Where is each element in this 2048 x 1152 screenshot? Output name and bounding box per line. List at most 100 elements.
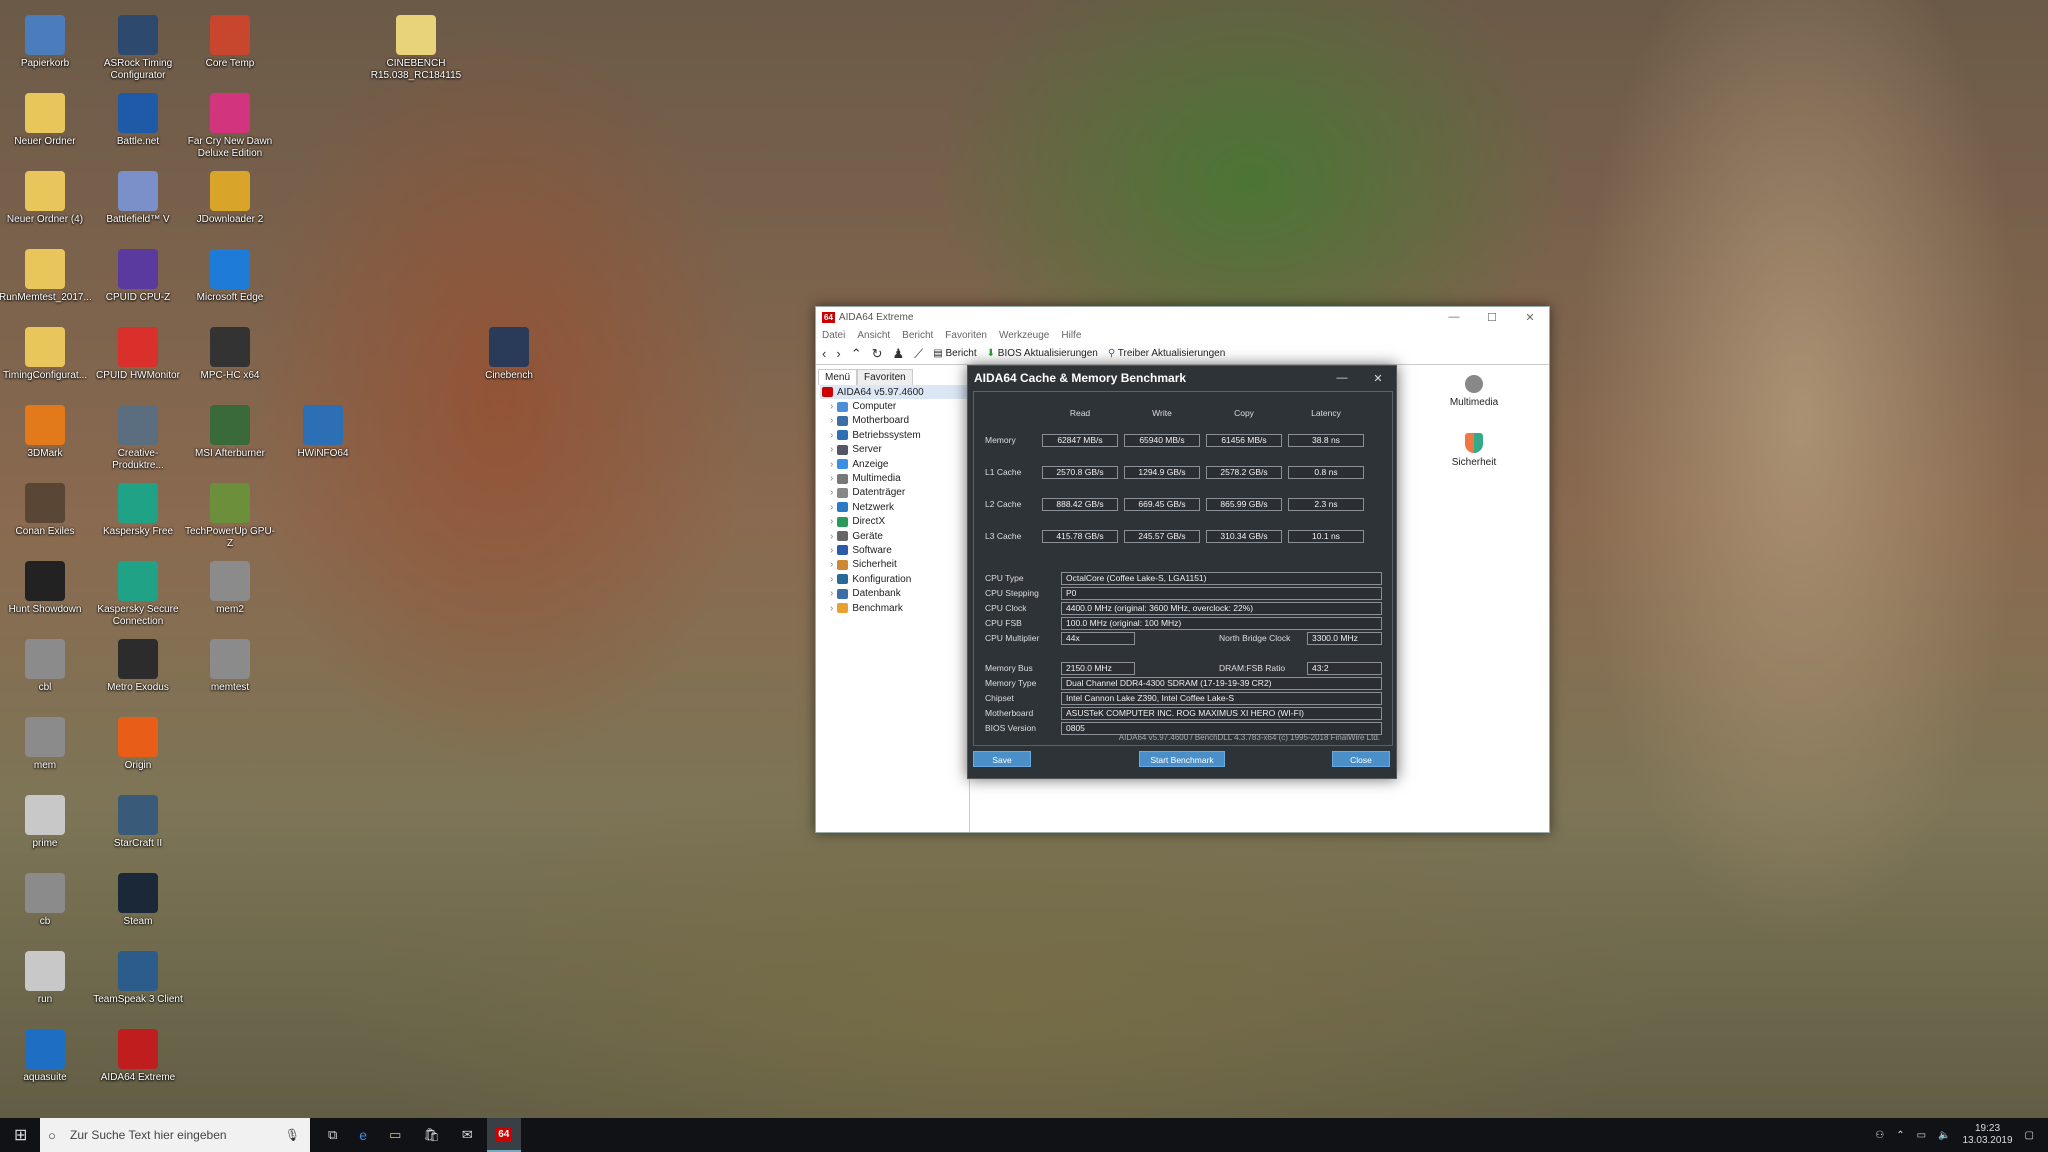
minimize-icon[interactable]: — xyxy=(1324,372,1360,385)
chart-icon[interactable]: ⟋ xyxy=(914,346,923,362)
chevron-right-icon[interactable]: › xyxy=(830,473,833,484)
tab-menu[interactable]: Menü xyxy=(818,369,858,385)
menu-werkzeuge[interactable]: Werkzeuge xyxy=(999,330,1049,341)
back-icon[interactable]: ‹ xyxy=(822,346,826,361)
desktop-icon[interactable]: Battle.net xyxy=(92,93,184,148)
desktop-icon[interactable]: Papierkorb xyxy=(0,15,91,70)
chevron-right-icon[interactable]: › xyxy=(830,559,833,570)
forward-icon[interactable]: › xyxy=(836,346,840,361)
microphone-icon[interactable]: 🎙 xyxy=(285,1128,300,1142)
store-icon[interactable]: 🛍 xyxy=(423,1127,440,1143)
minimize-icon[interactable]: — xyxy=(1435,311,1473,324)
tree-item[interactable]: › Multimedia xyxy=(820,471,970,485)
chevron-right-icon[interactable]: › xyxy=(830,531,833,542)
desktop-icon[interactable]: Origin xyxy=(92,717,184,772)
desktop-icon[interactable]: CINEBENCH R15.038_RC184115 xyxy=(370,15,462,82)
desktop-icon[interactable]: cbl xyxy=(0,639,91,694)
desktop-icon[interactable]: Far Cry New Dawn Deluxe Edition xyxy=(184,93,276,160)
desktop-icon[interactable]: cb xyxy=(0,873,91,928)
volume-icon[interactable]: 🔈 xyxy=(1938,1130,1950,1141)
tree-item[interactable]: › Netzwerk xyxy=(820,500,970,514)
explorer-icon[interactable]: ▭ xyxy=(389,1127,401,1143)
desktop-icon[interactable]: Cinebench xyxy=(463,327,555,382)
desktop-icon[interactable]: memtest xyxy=(184,639,276,694)
desktop-icon[interactable]: MSI Afterburner xyxy=(184,405,276,460)
network-icon[interactable]: ▭ xyxy=(1917,1130,1926,1141)
desktop-icon[interactable]: aquasuite xyxy=(0,1029,91,1084)
chevron-right-icon[interactable]: › xyxy=(830,502,833,513)
tree-item[interactable]: › Motherboard xyxy=(820,414,970,428)
desktop-icon[interactable]: Battlefield™ V xyxy=(92,171,184,226)
save-button[interactable]: Save xyxy=(973,751,1031,767)
desktop-icon[interactable]: Kaspersky Secure Connection xyxy=(92,561,184,628)
chevron-right-icon[interactable]: › xyxy=(830,487,833,498)
people-icon[interactable]: ⚇ xyxy=(1875,1130,1884,1141)
notification-icon[interactable]: ▢ xyxy=(2025,1130,2034,1141)
menu-bericht[interactable]: Bericht xyxy=(902,330,933,341)
tree-item[interactable]: › Datenbank xyxy=(820,586,970,600)
chevron-right-icon[interactable]: › xyxy=(830,401,833,412)
mail-icon[interactable]: ✉ xyxy=(462,1127,473,1143)
desktop-icon[interactable]: RunMemtest_2017... xyxy=(0,249,92,304)
chevron-right-icon[interactable]: › xyxy=(830,574,833,585)
close-icon[interactable]: ✕ xyxy=(1511,311,1549,324)
desktop-icon[interactable]: HWiNFO64 xyxy=(277,405,369,460)
desktop-icon[interactable]: CPUID HWMonitor xyxy=(92,327,184,382)
task-view-icon[interactable]: ⧉ xyxy=(328,1127,337,1143)
desktop-icon[interactable]: 3DMark xyxy=(0,405,91,460)
desktop-icon[interactable]: Steam xyxy=(92,873,184,928)
desktop-icon[interactable]: Metro Exodus xyxy=(92,639,184,694)
windows-start-icon[interactable]: ⊞ xyxy=(14,1125,27,1145)
chevron-right-icon[interactable]: › xyxy=(830,415,833,426)
chevron-right-icon[interactable]: › xyxy=(830,430,833,441)
tree-item[interactable]: › Betriebssystem xyxy=(820,428,970,442)
close-icon[interactable]: ✕ xyxy=(1360,372,1396,385)
desktop-icon[interactable]: prime xyxy=(0,795,91,850)
report-button[interactable]: ▤ Bericht xyxy=(933,348,976,359)
refresh-icon[interactable]: ↻ xyxy=(872,346,883,362)
close-button[interactable]: Close xyxy=(1332,751,1390,767)
tree-item[interactable]: › Benchmark xyxy=(820,601,970,615)
chevron-right-icon[interactable]: › xyxy=(830,516,833,527)
tree-item[interactable]: › Datenträger xyxy=(820,486,970,500)
desktop-icon[interactable]: CPUID CPU-Z xyxy=(92,249,184,304)
desktop-icon[interactable]: Microsoft Edge xyxy=(184,249,276,304)
taskbar-aida64-button[interactable]: 64 xyxy=(486,1118,521,1152)
desktop-icon[interactable]: Kaspersky Free xyxy=(92,483,184,538)
clock[interactable]: 19:23 13.03.2019 xyxy=(1962,1123,2012,1147)
chevron-right-icon[interactable]: › xyxy=(830,459,833,470)
maximize-icon[interactable]: ☐ xyxy=(1473,311,1511,324)
up-icon[interactable]: ⌃ xyxy=(851,346,862,362)
menu-datei[interactable]: Datei xyxy=(822,330,845,341)
tree-item[interactable]: › Anzeige xyxy=(820,457,970,471)
desktop-icon[interactable]: JDownloader 2 xyxy=(184,171,276,226)
desktop-icon[interactable]: Hunt Showdown xyxy=(0,561,91,616)
menu-hilfe[interactable]: Hilfe xyxy=(1061,330,1081,341)
chevron-right-icon[interactable]: › xyxy=(830,545,833,556)
tree-item[interactable]: › DirectX xyxy=(820,515,970,529)
desktop-icon[interactable]: Neuer Ordner xyxy=(0,93,91,148)
tree-item[interactable]: › Geräte xyxy=(820,529,970,543)
tree-item[interactable]: › Computer xyxy=(820,399,970,413)
desktop-icon[interactable]: TimingConfigurat... xyxy=(0,327,91,382)
tree-item[interactable]: › Software xyxy=(820,543,970,557)
desktop-icon[interactable]: mem xyxy=(0,717,91,772)
tree-item[interactable]: › Server xyxy=(820,443,970,457)
edge-icon[interactable]: e xyxy=(359,1127,367,1143)
desktop-icon[interactable]: Neuer Ordner (4) xyxy=(0,171,91,226)
desktop-icon[interactable]: TechPowerUp GPU-Z xyxy=(184,483,276,550)
chevron-right-icon[interactable]: › xyxy=(830,588,833,599)
desktop-icon[interactable]: run xyxy=(0,951,91,1006)
user-icon[interactable]: ♟ xyxy=(893,346,905,362)
tree-item[interactable]: › Konfiguration xyxy=(820,572,970,586)
tree-item[interactable]: › Sicherheit xyxy=(820,558,970,572)
desktop-icon[interactable]: TeamSpeak 3 Client xyxy=(92,951,184,1006)
desktop-icon[interactable]: AIDA64 Extreme xyxy=(92,1029,184,1084)
right-item-sicherheit[interactable]: Sicherheit xyxy=(1444,433,1504,468)
taskbar-search-box[interactable]: ○ Zur Suche Text hier eingeben 🎙 xyxy=(40,1118,310,1152)
desktop-icon[interactable]: mem2 xyxy=(184,561,276,616)
tree-item[interactable]: AIDA64 v5.97.4600 xyxy=(820,385,970,400)
tab-favoriten[interactable]: Favoriten xyxy=(857,369,913,385)
desktop-icon[interactable]: MPC-HC x64 xyxy=(184,327,276,382)
desktop-icon[interactable]: StarCraft II xyxy=(92,795,184,850)
